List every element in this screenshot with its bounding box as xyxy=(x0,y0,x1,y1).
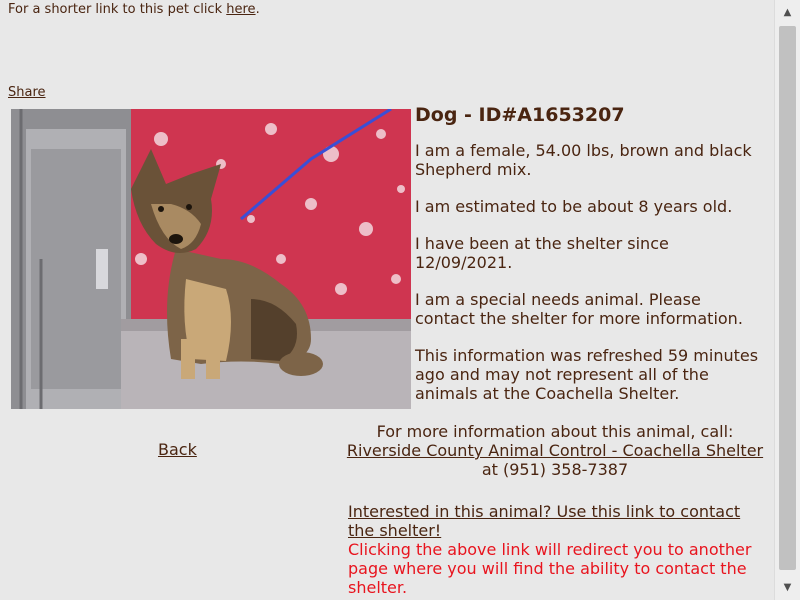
back-link[interactable]: Back xyxy=(158,440,197,459)
redirect-warning: Clicking the above link will redirect yo… xyxy=(348,540,752,597)
shorter-link-line: For a shorter link to this pet click her… xyxy=(8,2,260,17)
pet-description: I am a female, 54.00 lbs, brown and blac… xyxy=(415,141,752,179)
pet-since: I have been at the shelter since 12/09/2… xyxy=(415,234,669,272)
contact-block: For more information about this animal, … xyxy=(340,422,770,479)
contact-shelter-link[interactable]: Interested in this animal? Use this link… xyxy=(348,502,740,540)
shorter-link-here[interactable]: here xyxy=(226,2,255,17)
pet-info: Dog - ID#A1653207 I am a female, 54.00 l… xyxy=(415,103,765,421)
shorter-link-suffix: . xyxy=(255,2,260,17)
scroll-thumb[interactable] xyxy=(779,26,796,570)
pet-title: Dog - ID#A1653207 xyxy=(415,104,625,126)
contact-line: Riverside County Animal Control - Coache… xyxy=(340,441,770,479)
vertical-scrollbar[interactable]: ▲ ▼ xyxy=(774,0,800,600)
page: For a shorter link to this pet click her… xyxy=(0,0,775,600)
shelter-link[interactable]: Riverside County Animal Control - Coache… xyxy=(347,441,763,460)
shorter-link-text: For a shorter link to this pet click xyxy=(8,2,223,17)
pet-age: I am estimated to be about 8 years old. xyxy=(415,197,733,216)
scroll-down-arrow-icon[interactable]: ▼ xyxy=(775,575,800,600)
refresh-note: This information was refreshed 59 minute… xyxy=(415,346,759,403)
interest-block: Interested in this animal? Use this link… xyxy=(348,502,768,597)
share-link[interactable]: Share xyxy=(8,85,46,100)
pet-special-needs: I am a special needs animal. Please cont… xyxy=(415,290,743,328)
shelter-phone: at (951) 358-7387 xyxy=(481,460,629,479)
pet-photo xyxy=(11,109,411,409)
scroll-up-arrow-icon[interactable]: ▲ xyxy=(775,0,800,25)
contact-intro: For more information about this animal, … xyxy=(376,422,734,441)
